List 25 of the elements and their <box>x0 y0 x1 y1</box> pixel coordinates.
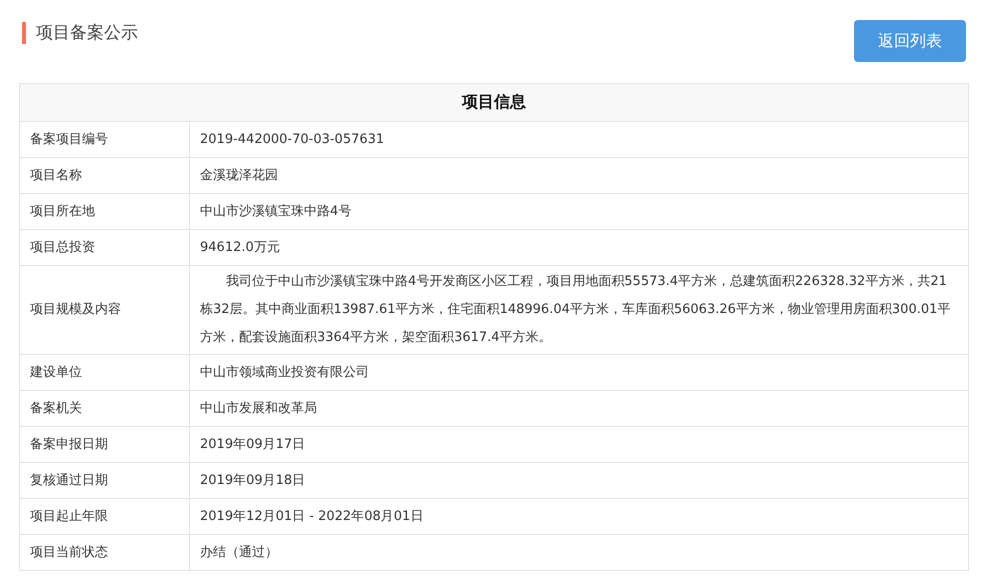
field-value: 2019年12月01日 - 2022年08月01日 <box>190 498 968 534</box>
field-label: 备案机关 <box>20 390 190 426</box>
field-label: 备案项目编号 <box>20 122 190 158</box>
field-label: 项目当前状态 <box>20 534 190 570</box>
field-value: 中山市发展和改革局 <box>190 390 968 426</box>
field-label: 项目总投资 <box>20 230 190 266</box>
table-title: 项目信息 <box>20 84 968 122</box>
field-value: 94612.0万元 <box>190 230 968 266</box>
field-label: 项目起止年限 <box>20 498 190 534</box>
field-value: 金溪珑泽花园 <box>190 158 968 194</box>
field-label: 项目规模及内容 <box>20 266 190 354</box>
page-title: 项目备案公示 <box>22 22 138 44</box>
field-label: 复核通过日期 <box>20 462 190 498</box>
field-label: 备案申报日期 <box>20 426 190 462</box>
field-value: 我司位于中山市沙溪镇宝珠中路4号开发商区小区工程，项目用地面积55573.4平方米，总建筑面积226328.32平方米，共21栋32层。其中商业面积13987.61平方米，住宅面积148996.04平方米，车库面积56063.26平方米，物业管理用房面积300.01平方米，配套设施面积3364平方米，架空面积3617.4平方米。 <box>190 266 968 354</box>
field-value: 2019年09月18日 <box>190 462 968 498</box>
field-value: 2019-442000-70-03-057631 <box>190 122 968 158</box>
field-value: 2019年09月17日 <box>190 426 968 462</box>
field-value: 办结（通过） <box>190 534 968 570</box>
field-label: 建设单位 <box>20 354 190 390</box>
field-value: 中山市沙溪镇宝珠中路4号 <box>190 194 968 230</box>
field-label: 项目名称 <box>20 158 190 194</box>
field-value: 中山市领域商业投资有限公司 <box>190 354 968 390</box>
field-label: 项目所在地 <box>20 194 190 230</box>
back-to-list-button[interactable]: 返回列表 <box>854 20 966 62</box>
